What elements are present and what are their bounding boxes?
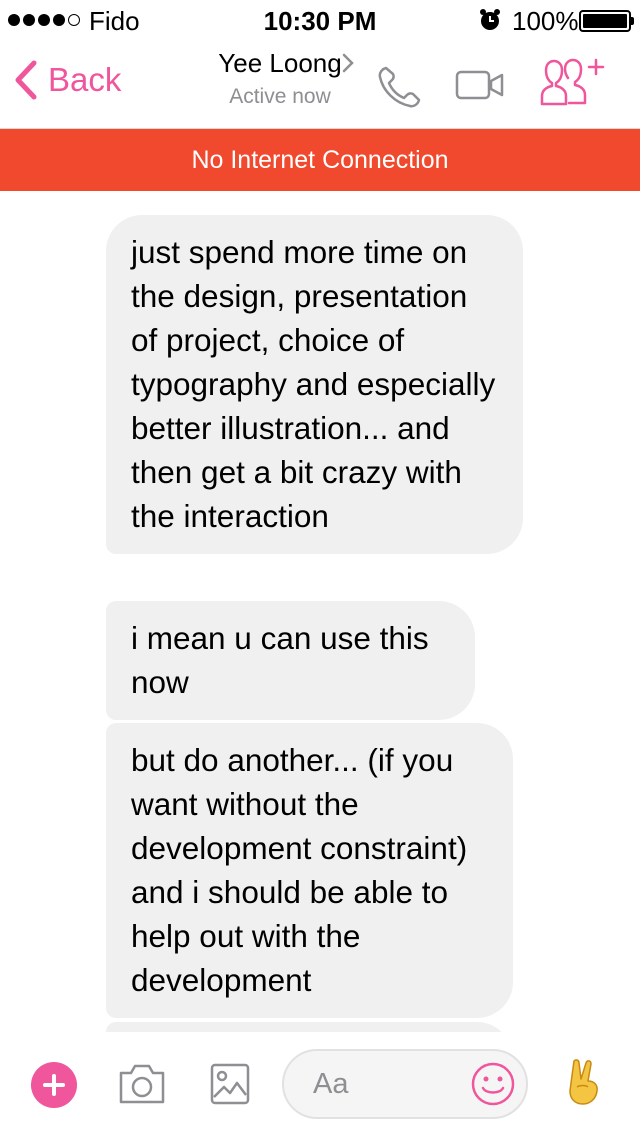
emoji-icon[interactable]	[470, 1061, 516, 1107]
message-input-placeholder: Aa	[313, 1068, 349, 1100]
call-icon[interactable]	[376, 64, 424, 110]
message-bubble[interactable]: but do another... (if you want without t…	[106, 723, 513, 1018]
back-button[interactable]: Back	[14, 60, 121, 100]
back-label: Back	[48, 61, 122, 98]
video-call-icon[interactable]	[455, 70, 505, 100]
alarm-icon	[480, 9, 500, 30]
conversation-header: Back Yee Loong Active now	[0, 40, 640, 129]
message-bubble[interactable]: i mean u can use this now	[106, 601, 475, 720]
contact-status: Active now	[229, 85, 331, 108]
victory-hand-icon[interactable]	[564, 1057, 604, 1107]
chevron-left-icon	[15, 60, 37, 100]
message-bubble[interactable]: just spend more time on the design, pres…	[106, 215, 523, 554]
chevron-right-icon	[342, 53, 354, 73]
battery-icon	[579, 10, 631, 32]
image-icon[interactable]	[210, 1063, 250, 1105]
status-bar: Fido 10:30 PM 100%	[0, 0, 640, 40]
no-connection-banner: No Internet Connection	[0, 129, 640, 191]
battery-nub	[631, 17, 634, 25]
contact-info-button[interactable]: Yee Loong Active now	[180, 48, 380, 109]
battery-percentage: 100%	[512, 6, 579, 36]
add-people-icon[interactable]	[538, 56, 608, 108]
add-icon[interactable]	[31, 1062, 77, 1108]
camera-icon[interactable]	[117, 1063, 167, 1105]
